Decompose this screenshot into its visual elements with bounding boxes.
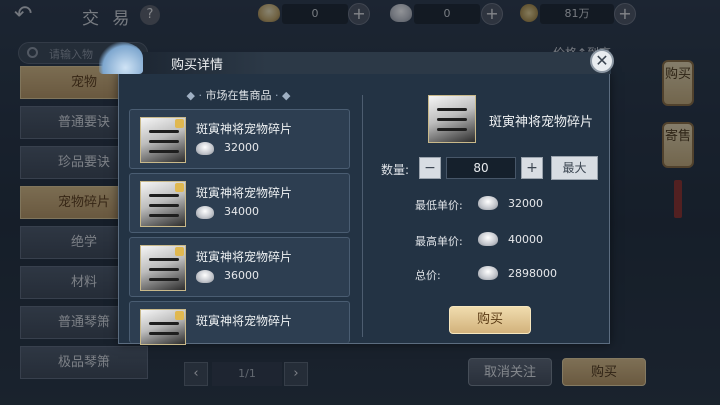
buy-button[interactable]: 购买 (449, 306, 531, 334)
list-item[interactable]: 斑寅神将宠物碎片 32000 (129, 109, 350, 169)
total-price-label: 总价: (415, 269, 441, 282)
silver-ingot-icon (196, 270, 214, 283)
max-quantity-button[interactable]: 最大 (551, 156, 598, 180)
list-section-title: ◆ · 市场在售商品 · ◆ (186, 89, 291, 102)
modal-title: 购买详情 (171, 58, 224, 73)
silver-ingot-icon (478, 232, 498, 246)
item-price: 32000 (224, 141, 259, 154)
list-item[interactable]: 斑寅神将宠物碎片 (129, 301, 350, 345)
increase-quantity-button[interactable]: + (521, 157, 543, 179)
total-price-value: 2898000 (508, 267, 557, 280)
tiger-pet-fragment-icon (140, 309, 186, 345)
silver-ingot-icon (196, 142, 214, 155)
item-name: 斑寅神将宠物碎片 (196, 186, 293, 200)
min-price-label: 最低单价: (415, 199, 463, 212)
fan-icon (99, 42, 143, 74)
tiger-pet-fragment-icon (140, 181, 186, 227)
item-price: 36000 (224, 269, 259, 282)
item-name: 斑寅神将宠物碎片 (196, 314, 293, 328)
purchase-details-modal: 购买详情 ◆ · 市场在售商品 · ◆ 斑寅神将宠物碎片 32000 斑寅神将宠… (99, 42, 611, 345)
item-name: 斑寅神将宠物碎片 (196, 122, 293, 136)
quantity-input[interactable]: 80 (446, 157, 516, 179)
min-price-value: 32000 (508, 197, 543, 210)
tiger-pet-fragment-icon (428, 95, 476, 143)
decrease-quantity-button[interactable]: − (419, 157, 441, 179)
silver-ingot-icon (478, 196, 498, 210)
item-price: 34000 (224, 205, 259, 218)
modal-header: 购买详情 (99, 42, 611, 74)
close-icon[interactable]: ✕ (590, 49, 614, 73)
tiger-pet-fragment-icon (140, 245, 186, 291)
panel-divider (362, 95, 363, 337)
detail-item-name: 斑寅神将宠物碎片 (489, 115, 594, 130)
silver-ingot-icon (478, 266, 498, 280)
tiger-pet-fragment-icon (140, 117, 186, 163)
quantity-label: 数量: (381, 163, 410, 177)
item-name: 斑寅神将宠物碎片 (196, 250, 293, 264)
silver-ingot-icon (196, 206, 214, 219)
max-price-label: 最高单价: (415, 235, 463, 248)
list-item[interactable]: 斑寅神将宠物碎片 34000 (129, 173, 350, 233)
max-price-value: 40000 (508, 233, 543, 246)
list-item[interactable]: 斑寅神将宠物碎片 36000 (129, 237, 350, 297)
